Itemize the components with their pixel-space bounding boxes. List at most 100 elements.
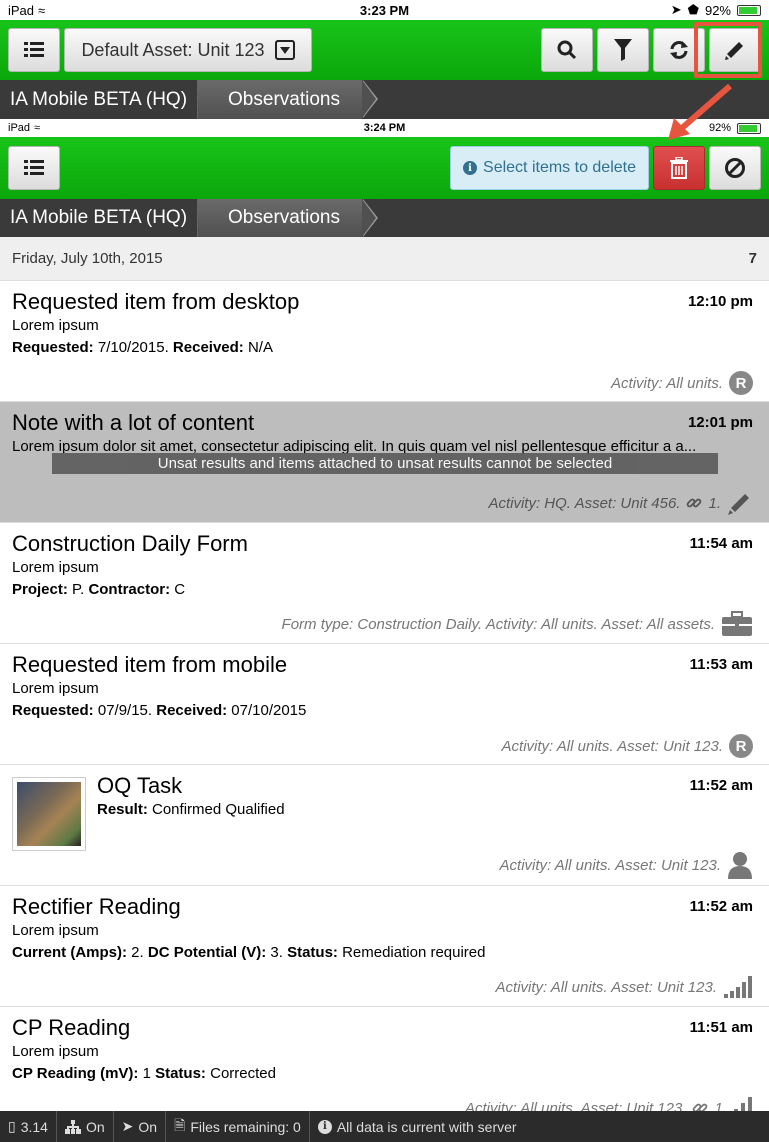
wifi-icon: ≈: [34, 122, 41, 134]
sitemap-icon: [64, 1119, 81, 1134]
item-footer: Form type: Construction Daily. Activity:…: [282, 611, 753, 637]
location-indicator: ➤ On: [114, 1111, 167, 1142]
list-item[interactable]: Requested item from desktop 12:10 pm Lor…: [0, 281, 769, 402]
delete-mode-toolbar: i Select items to delete: [0, 137, 769, 199]
link-icon: [693, 1103, 708, 1111]
default-asset-label: Default Asset: Unit 123: [81, 39, 265, 60]
list-item[interactable]: Requested item from mobile 11:53 am Lore…: [0, 644, 769, 765]
list-item[interactable]: OQ Task Result: Confirmed Qualified 11:5…: [0, 765, 769, 886]
files-indicator: 🗎 Files remaining: 0: [166, 1111, 310, 1142]
photo-image: [17, 782, 81, 846]
network-indicator: On: [57, 1111, 114, 1142]
breadcrumb: IA Mobile BETA (HQ) Observations: [0, 199, 769, 237]
list-item[interactable]: Construction Daily Form 11:54 am Lorem i…: [0, 523, 769, 644]
battery-icon: [737, 4, 761, 16]
status-bar: iPad ≈ 3:23 PM ➤ ⬟ 92%: [0, 0, 769, 20]
pencil-icon: [728, 494, 749, 515]
select-items-label: Select items to delete: [483, 159, 636, 176]
user-icon: [728, 852, 752, 879]
item-time: 12:10 pm: [687, 293, 753, 310]
file-icon: 🗎: [174, 1116, 186, 1133]
item-subtitle: Lorem ipsum: [12, 680, 99, 697]
item-detail: Current (Amps): 2. DC Potential (V): 3. …: [12, 944, 486, 961]
requested-badge-icon: R: [729, 734, 753, 758]
unsat-warning-banner: Unsat results and items attached to unsa…: [52, 453, 718, 474]
default-asset-dropdown[interactable]: Default Asset: Unit 123: [64, 28, 312, 72]
cancel-delete-button[interactable]: [709, 146, 761, 190]
battery-percent: 92%: [708, 122, 731, 134]
item-title: CP Reading: [12, 1015, 131, 1040]
item-footer: Activity: All units. Asset: Unit 123.: [500, 851, 753, 879]
version-indicator: ▯ 3.14: [0, 1111, 57, 1142]
signal-bars-icon: [734, 1097, 752, 1111]
item-time: 11:52 am: [689, 898, 753, 915]
list-item[interactable]: CP Reading 11:51 am Lorem ipsum CP Readi…: [0, 1007, 769, 1111]
list-item-disabled: Note with a lot of content 12:01 pm Lore…: [0, 402, 769, 523]
photo-thumbnail[interactable]: [12, 777, 86, 851]
item-time: 12:01 pm: [687, 414, 753, 431]
pencil-icon: [725, 42, 743, 60]
refresh-button[interactable]: [653, 28, 705, 72]
item-footer: Activity: HQ. Asset: Unit 456. 1.: [488, 490, 753, 516]
delete-button[interactable]: [653, 146, 705, 190]
trash-icon: [670, 157, 688, 179]
item-time: 11:52 am: [689, 777, 753, 794]
item-subtitle: Lorem ipsum: [12, 317, 99, 334]
signal-bars-icon: [724, 976, 752, 998]
breadcrumb-current: Observations: [198, 199, 378, 237]
breadcrumb-home[interactable]: IA Mobile BETA (HQ): [0, 80, 199, 119]
date-label: Friday, July 10th, 2015: [12, 250, 163, 267]
item-detail: Result: Confirmed Qualified: [97, 801, 285, 818]
requested-badge-icon: R: [729, 371, 753, 395]
briefcase-icon: [722, 611, 752, 636]
breadcrumb: IA Mobile BETA (HQ) Observations: [0, 80, 769, 119]
item-detail: CP Reading (mV): 1 Status: Corrected: [12, 1065, 276, 1082]
item-footer: Activity: All units. R: [611, 371, 753, 395]
breadcrumb-home[interactable]: IA Mobile BETA (HQ): [0, 199, 199, 237]
sync-status-bar: ▯ 3.14 On ➤ On 🗎 Files remaining: 0 i All da…: [0, 1111, 769, 1142]
location-icon: ➤: [670, 2, 682, 17]
item-subtitle: Lorem ipsum: [12, 922, 99, 939]
search-icon: [557, 40, 577, 60]
list-icon: [24, 160, 44, 175]
observations-list: Friday, July 10th, 2015 7 Requested item…: [0, 237, 769, 1111]
sync-indicator: i All data is current with server: [310, 1111, 525, 1142]
item-title: Requested item from mobile: [12, 652, 288, 677]
item-detail: Project: P. Contractor: C: [12, 581, 186, 598]
item-title: Requested item from desktop: [12, 289, 300, 314]
list-icon: [24, 42, 44, 57]
filter-button[interactable]: [597, 28, 649, 72]
refresh-icon: [670, 41, 688, 59]
ban-icon: [725, 158, 745, 178]
item-title: Rectifier Reading: [12, 894, 181, 919]
chevron-down-icon: [274, 40, 295, 60]
device-label: iPad: [8, 122, 31, 134]
filter-icon: [614, 39, 632, 61]
breadcrumb-current: Observations: [198, 80, 378, 119]
info-icon: i: [317, 1119, 332, 1134]
date-group-header: Friday, July 10th, 2015 7: [0, 237, 769, 281]
item-subtitle: Lorem ipsum: [12, 1043, 99, 1060]
edit-button[interactable]: [709, 28, 761, 72]
main-toolbar: Default Asset: Unit 123: [0, 20, 769, 80]
menu-button[interactable]: [8, 146, 60, 190]
battery-icon: [737, 122, 761, 134]
menu-button[interactable]: [8, 28, 60, 72]
item-subtitle: Lorem ipsum: [12, 559, 99, 576]
device-label: iPad: [8, 2, 35, 18]
tablet-icon: ▯: [8, 1118, 16, 1134]
search-button[interactable]: [541, 28, 593, 72]
item-time: 11:53 am: [689, 656, 753, 673]
list-item[interactable]: Rectifier Reading 11:52 am Lorem ipsum C…: [0, 886, 769, 1007]
bluetooth-icon: ⬟: [687, 2, 699, 17]
status-bar: iPad ≈ 3:24 PM 92%: [0, 119, 769, 137]
location-arrow-icon: ➤: [121, 1118, 134, 1134]
info-icon: i: [463, 161, 478, 175]
item-title: OQ Task: [97, 773, 183, 798]
item-title: Note with a lot of content: [12, 410, 255, 435]
item-time: 11:54 am: [689, 535, 753, 552]
battery-percent: 92%: [704, 2, 731, 18]
item-count: 7: [748, 250, 757, 267]
item-detail: Requested: 7/10/2015. Received: N/A: [12, 339, 273, 356]
item-title: Construction Daily Form: [12, 531, 248, 556]
